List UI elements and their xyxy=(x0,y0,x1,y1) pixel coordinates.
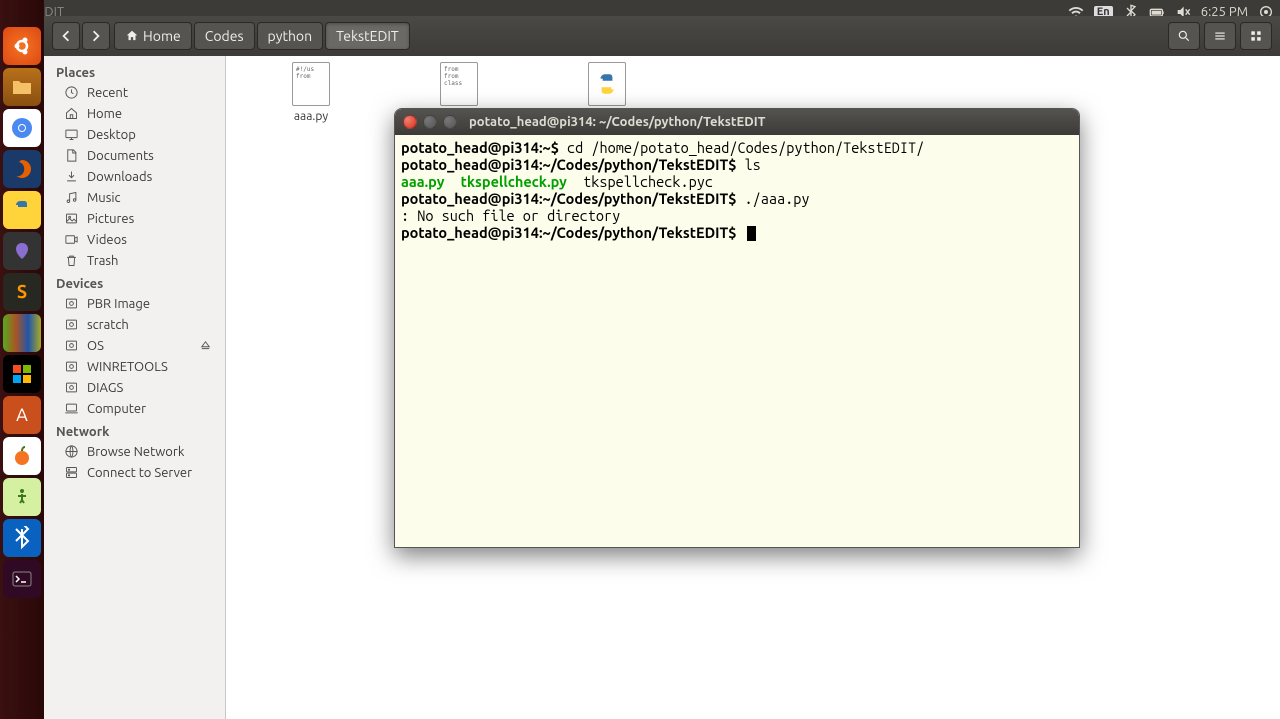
sidebar-item-scratch[interactable]: scratch xyxy=(44,314,225,335)
sidebar-item-label: Downloads xyxy=(87,170,152,184)
launcher-bluetooth[interactable] xyxy=(3,519,41,557)
launcher-software[interactable]: A xyxy=(3,396,41,434)
unity-launcher: S A xyxy=(0,0,44,719)
sidebar-item-label: OS xyxy=(87,339,104,353)
disk-icon xyxy=(64,296,79,311)
nav-back-button[interactable] xyxy=(52,22,80,50)
sidebar-item-label: DIAGS xyxy=(87,381,123,395)
view-menu-button[interactable] xyxy=(1204,22,1236,50)
launcher-terminal[interactable] xyxy=(3,560,41,598)
sidebar-item-label: scratch xyxy=(87,318,129,332)
terminal-titlebar[interactable]: potato_head@pi314: ~/Codes/python/TekstE… xyxy=(395,109,1079,135)
disk-icon xyxy=(64,317,79,332)
file-thumb-script: from from class xyxy=(440,62,478,106)
grid-view-button[interactable] xyxy=(1240,22,1272,50)
path-home[interactable]: Home xyxy=(114,22,192,50)
sidebar-item-downloads[interactable]: Downloads xyxy=(44,166,225,187)
sidebar-item-label: Connect to Server xyxy=(87,466,192,480)
sidebar-item-label: Videos xyxy=(87,233,127,247)
disk-icon xyxy=(64,380,79,395)
doc-icon xyxy=(64,148,79,163)
launcher-accessibility[interactable] xyxy=(3,478,41,516)
sidebar-header-network: Network xyxy=(44,419,225,441)
video-icon xyxy=(64,232,79,247)
home-icon xyxy=(64,106,79,121)
network-icon xyxy=(64,444,79,459)
files-toolbar: Home Codes python TekstEDIT xyxy=(44,16,1280,56)
sidebar-item-desktop[interactable]: Desktop xyxy=(44,124,225,145)
sidebar-item-music[interactable]: Music xyxy=(44,187,225,208)
terminal-window[interactable]: potato_head@pi314: ~/Codes/python/TekstE… xyxy=(394,108,1080,548)
sidebar-item-recent[interactable]: Recent xyxy=(44,82,225,103)
sidebar-item-browse-network[interactable]: Browse Network xyxy=(44,441,225,462)
launcher-books[interactable] xyxy=(3,314,41,352)
clock-icon xyxy=(64,85,79,100)
file-tkspellcheck-py[interactable]: from from class xyxy=(414,62,504,110)
search-button[interactable] xyxy=(1168,22,1200,50)
path-codes[interactable]: Codes xyxy=(194,22,255,50)
sidebar-item-connect-to-server[interactable]: Connect to Server xyxy=(44,462,225,483)
launcher-windows[interactable] xyxy=(3,355,41,393)
sidebar-item-label: Desktop xyxy=(87,128,136,142)
sidebar-item-pictures[interactable]: Pictures xyxy=(44,208,225,229)
sidebar-item-computer[interactable]: Computer xyxy=(44,398,225,419)
sidebar-item-label: Recent xyxy=(87,86,128,100)
sidebar-header-devices: Devices xyxy=(44,271,225,293)
sidebar-item-os[interactable]: OS xyxy=(44,335,225,356)
picture-icon xyxy=(64,211,79,226)
launcher-clementine[interactable] xyxy=(3,437,41,475)
computer-icon xyxy=(64,401,79,416)
sidebar-item-diags[interactable]: DIAGS xyxy=(44,377,225,398)
download-icon xyxy=(64,169,79,184)
file-thumb-pyc xyxy=(588,62,626,106)
desktop-icon xyxy=(64,127,79,142)
file-label: aaa.py xyxy=(266,110,356,123)
music-icon xyxy=(64,190,79,205)
eject-icon[interactable] xyxy=(198,338,213,353)
file-tkspellcheck-pyc[interactable] xyxy=(562,62,652,110)
sidebar-item-documents[interactable]: Documents xyxy=(44,145,225,166)
sidebar-item-winretools[interactable]: WINRETOOLS xyxy=(44,356,225,377)
sidebar-item-trash[interactable]: Trash xyxy=(44,250,225,271)
file-thumb-script: #!/us from xyxy=(292,62,330,106)
sidebar-item-label: Computer xyxy=(87,402,146,416)
disk-icon xyxy=(64,359,79,374)
sidebar-item-label: WINRETOOLS xyxy=(87,360,168,374)
files-sidebar: Places Recent Home Desktop Documents Downloa… xyxy=(44,56,226,719)
launcher-files[interactable] xyxy=(3,68,41,106)
sidebar-item-pbr-image[interactable]: PBR Image xyxy=(44,293,225,314)
launcher-dash[interactable] xyxy=(3,27,41,65)
sidebar-item-label: Browse Network xyxy=(87,445,184,459)
launcher-sublime[interactable]: S xyxy=(3,273,41,311)
disk-icon xyxy=(64,338,79,353)
window-close-button[interactable] xyxy=(403,115,417,129)
launcher-firefox[interactable] xyxy=(3,150,41,188)
sidebar-item-label: Documents xyxy=(87,149,154,163)
trash-icon xyxy=(64,253,79,268)
sidebar-item-home[interactable]: Home xyxy=(44,103,225,124)
path-tekstedit[interactable]: TekstEDIT xyxy=(325,22,410,50)
launcher-python[interactable] xyxy=(3,191,41,229)
sidebar-item-label: PBR Image xyxy=(87,297,150,311)
window-minimize-button[interactable] xyxy=(423,115,437,129)
sidebar-item-label: Home xyxy=(87,107,122,121)
terminal-title-text: potato_head@pi314: ~/Codes/python/TekstE… xyxy=(469,115,765,129)
sidebar-item-label: Music xyxy=(87,191,121,205)
file-aaa-py[interactable]: #!/us from aaa.py xyxy=(266,62,356,123)
server-icon xyxy=(64,465,79,480)
window-maximize-button[interactable] xyxy=(443,115,457,129)
sidebar-item-label: Trash xyxy=(87,254,118,268)
sidebar-item-videos[interactable]: Videos xyxy=(44,229,225,250)
sidebar-item-label: Pictures xyxy=(87,212,134,226)
launcher-chromium[interactable] xyxy=(3,109,41,147)
terminal-body[interactable]: potato_head@pi314:~$ cd /home/potato_hea… xyxy=(395,135,1079,547)
launcher-app-dark[interactable] xyxy=(3,232,41,270)
nav-forward-button[interactable] xyxy=(82,22,110,50)
path-python[interactable]: python xyxy=(257,22,324,50)
sidebar-header-places: Places xyxy=(44,60,225,82)
